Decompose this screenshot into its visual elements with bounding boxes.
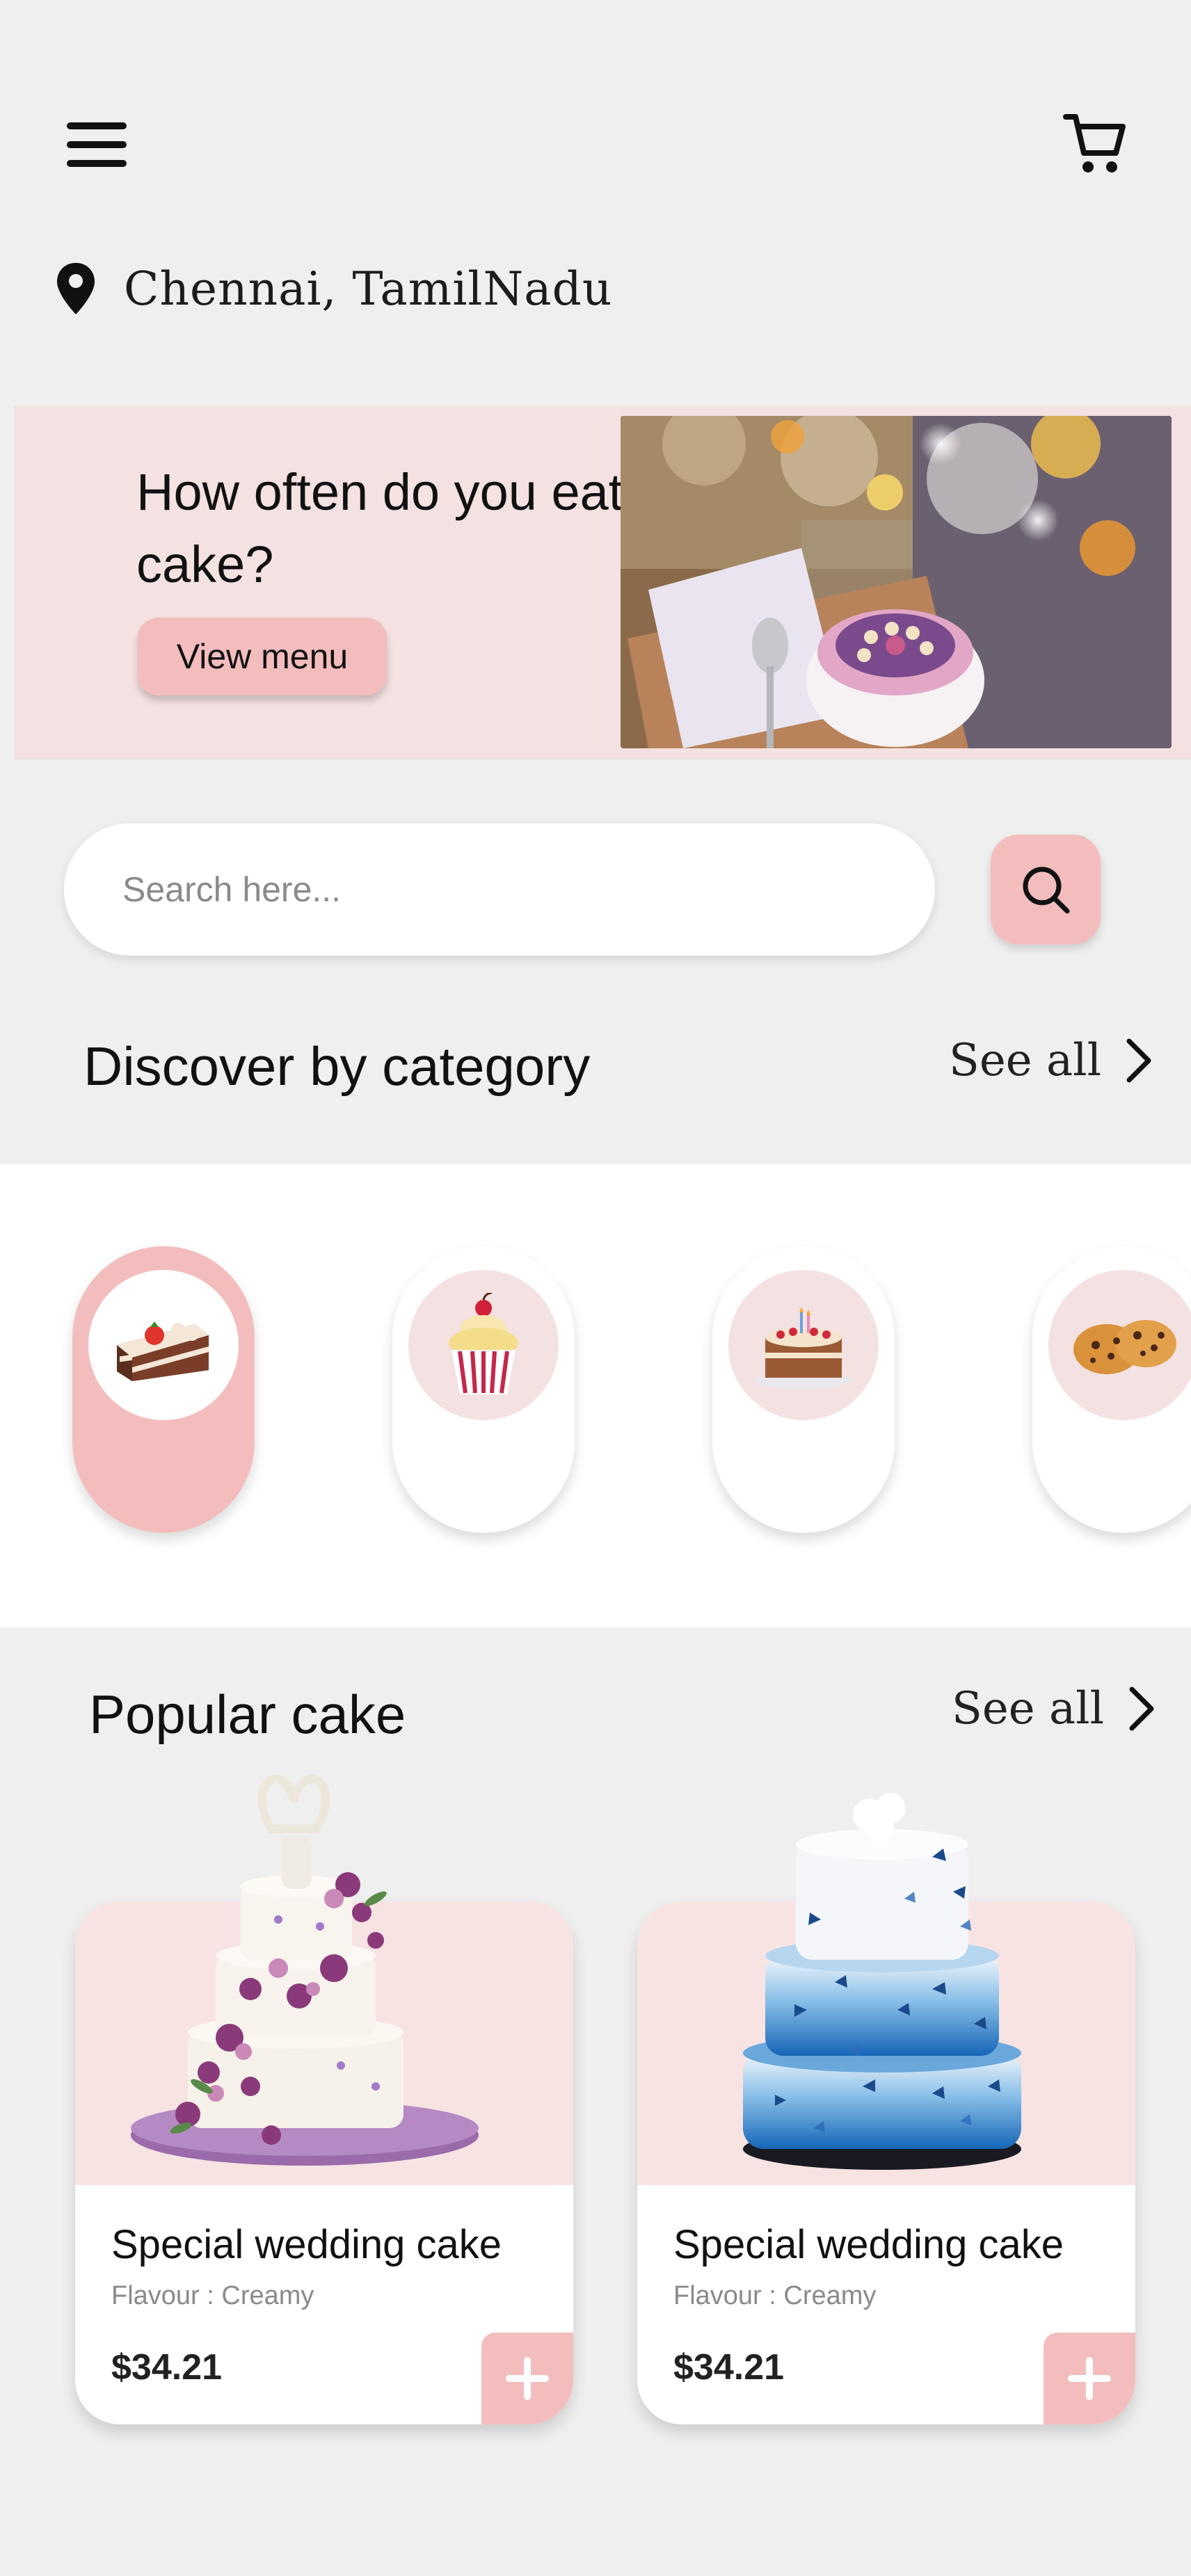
product-price: $34.21 xyxy=(673,2347,785,2388)
promo-title: How often do you eat cake? xyxy=(136,463,623,593)
popular-see-all-link[interactable]: See all xyxy=(952,1683,1156,1734)
product-flavour: Flavour : Creamy xyxy=(111,2281,314,2310)
product-name: Special wedding cake xyxy=(111,2222,502,2267)
search-input[interactable] xyxy=(122,869,888,910)
add-to-cart-button[interactable] xyxy=(481,2333,573,2424)
category-item-birthday-cake[interactable] xyxy=(712,1246,895,1533)
category-see-all-link[interactable]: See all xyxy=(949,1035,1153,1086)
cake-slice-icon xyxy=(88,1270,239,1420)
cupcake-icon xyxy=(408,1270,559,1420)
see-all-label: See all xyxy=(952,1683,1105,1734)
product-name: Special wedding cake xyxy=(673,2222,1064,2267)
category-item-cookies[interactable] xyxy=(1032,1246,1191,1533)
cookies-icon xyxy=(1048,1270,1191,1420)
shopping-cart-icon[interactable] xyxy=(1063,110,1126,175)
category-item-cake-slice[interactable] xyxy=(72,1246,255,1533)
category-section-title: Discover by category xyxy=(83,1036,591,1097)
plus-icon xyxy=(1068,2357,1111,2400)
search-icon xyxy=(1023,867,1070,914)
map-pin-icon xyxy=(57,263,95,314)
plus-icon xyxy=(506,2357,549,2400)
search-field[interactable] xyxy=(64,823,935,956)
promo-photo xyxy=(621,416,1172,748)
add-to-cart-button[interactable] xyxy=(1044,2333,1135,2424)
popular-section-title: Popular cake xyxy=(89,1684,406,1745)
location[interactable]: Chennai, TamilNadu xyxy=(56,257,612,320)
white-purple-wedding-cake-image xyxy=(111,1760,487,2177)
search-button[interactable] xyxy=(991,835,1101,944)
location-label: Chennai, TamilNadu xyxy=(124,261,613,316)
product-price: $34.21 xyxy=(111,2347,223,2388)
birthday-cake-icon xyxy=(728,1270,879,1420)
see-all-label: See all xyxy=(949,1035,1102,1086)
product-flavour: Flavour : Creamy xyxy=(673,2281,877,2310)
category-carousel[interactable] xyxy=(0,1164,1191,1627)
category-item-cupcake[interactable] xyxy=(392,1246,575,1533)
view-menu-button[interactable]: View menu xyxy=(138,618,387,695)
chevron-right-icon xyxy=(1126,1038,1151,1083)
hamburger-menu-icon[interactable] xyxy=(67,122,127,168)
blue-butterfly-wedding-cake-image xyxy=(724,1760,1044,2177)
chevron-right-icon xyxy=(1129,1687,1154,1731)
